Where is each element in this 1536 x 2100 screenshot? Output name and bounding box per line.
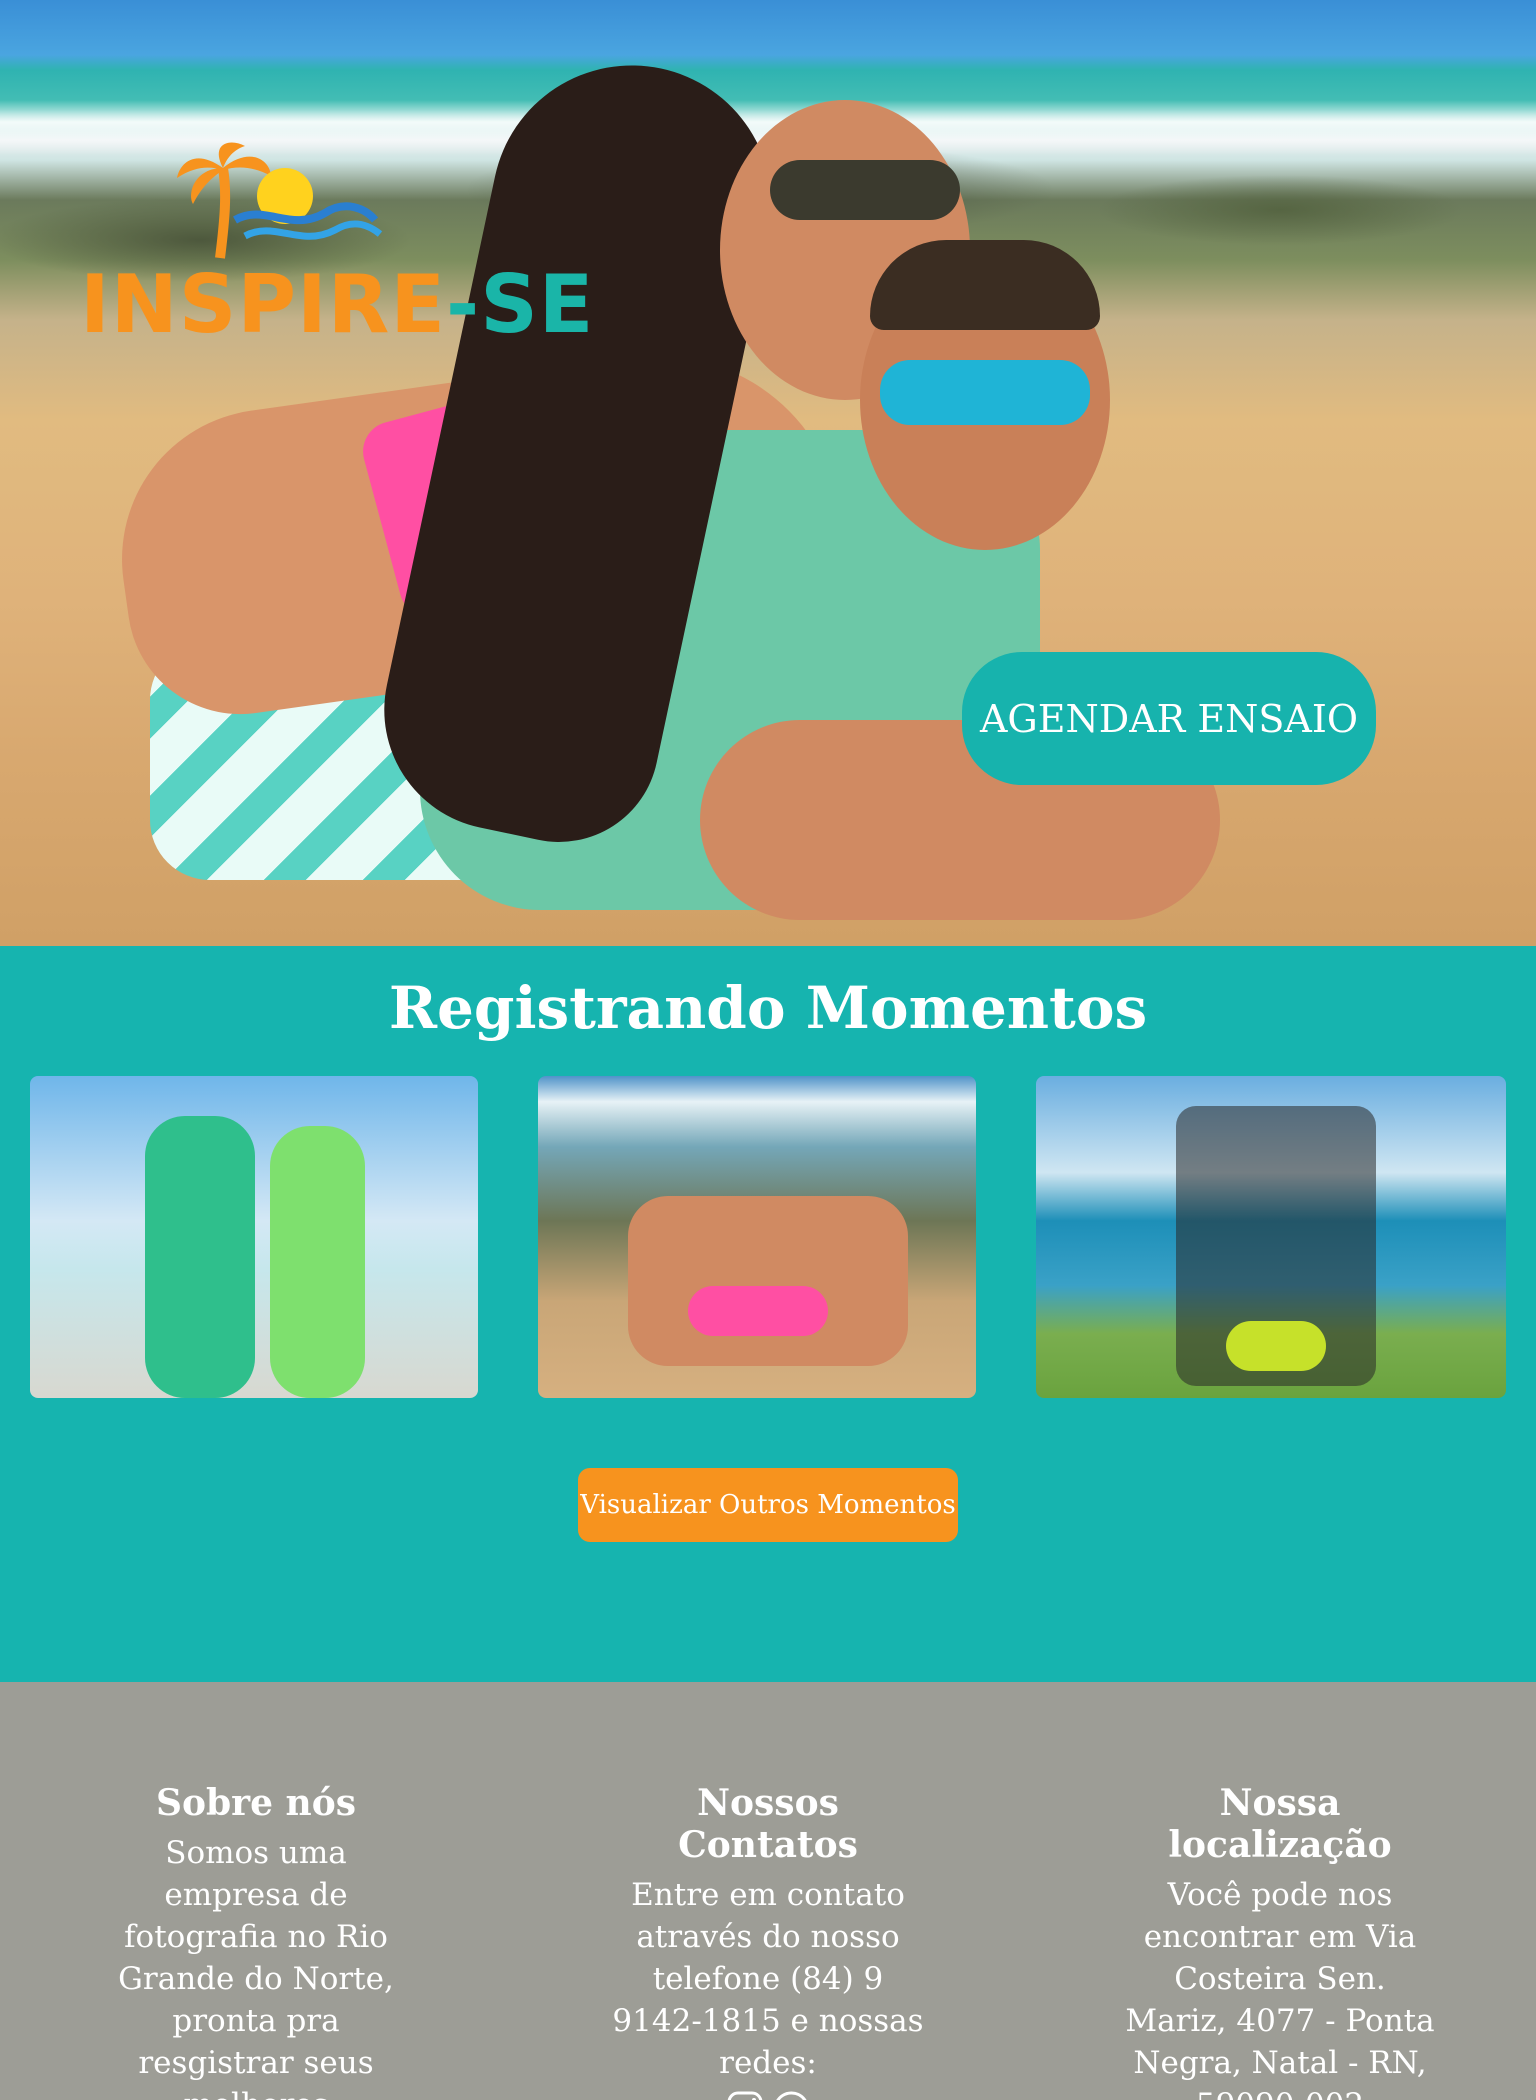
hero-section: INSPIRE-SE AGENDAR ENSAIO	[0, 0, 1536, 946]
photo-figure-man	[145, 1116, 255, 1398]
photo-figure-bikini	[688, 1286, 828, 1336]
footer-about-title: Sobre nós	[155, 1782, 357, 1824]
footer-location: Nossa localização Você pode nos encontra…	[1120, 1782, 1440, 2100]
footer: Sobre nós Somos uma empresa de fotografi…	[0, 1682, 1536, 2100]
footer-location-text: Você pode nos encontrar em Via Costeira …	[1125, 1877, 1435, 2100]
footer-contacts-title: Nossos Contatos	[678, 1782, 858, 1866]
logo-wordmark-separator: -	[445, 258, 481, 351]
view-more-moments-button[interactable]: Visualizar Outros Momentos	[578, 1468, 958, 1542]
logo-wordmark: INSPIRE-SE	[80, 258, 594, 351]
moments-title: Registrando Momentos	[388, 974, 1148, 1042]
moment-photo-2[interactable]	[538, 1076, 976, 1398]
moments-section: Registrando Momentos Visualizar Outros M…	[0, 946, 1536, 1682]
instagram-icon[interactable]	[726, 2090, 764, 2100]
palm-sun-logo-icon	[177, 142, 383, 259]
footer-location-title: Nossa localização	[1168, 1782, 1392, 1866]
social-links	[608, 2090, 928, 2100]
hero-photo-woman-sunglasses	[770, 160, 960, 220]
photo-figure-woman	[628, 1196, 908, 1366]
logo-wordmark-main: INSPIRE	[80, 258, 446, 351]
hero-photo-man-hair	[870, 240, 1100, 330]
footer-about-text: Somos uma empresa de fotografia no Rio G…	[118, 1835, 394, 2100]
footer-contacts-text: Entre em contato através do nosso telefo…	[612, 1877, 924, 2081]
schedule-session-button[interactable]: AGENDAR ENSAIO	[962, 652, 1376, 785]
whatsapp-icon[interactable]	[772, 2090, 810, 2100]
logo-wordmark-end: SE	[480, 258, 595, 351]
moment-photo-3[interactable]	[1036, 1076, 1506, 1398]
brand-logo[interactable]: INSPIRE-SE	[80, 138, 600, 358]
footer-contacts: Nossos Contatos Entre em contato através…	[608, 1782, 928, 2100]
footer-about: Sobre nós Somos uma empresa de fotografi…	[96, 1782, 416, 2100]
moment-photo-1[interactable]	[30, 1076, 478, 1398]
photo-figure-shorts	[1226, 1321, 1326, 1371]
photo-figure-woman	[270, 1126, 365, 1398]
hero-photo-man-sunglasses	[880, 360, 1090, 425]
